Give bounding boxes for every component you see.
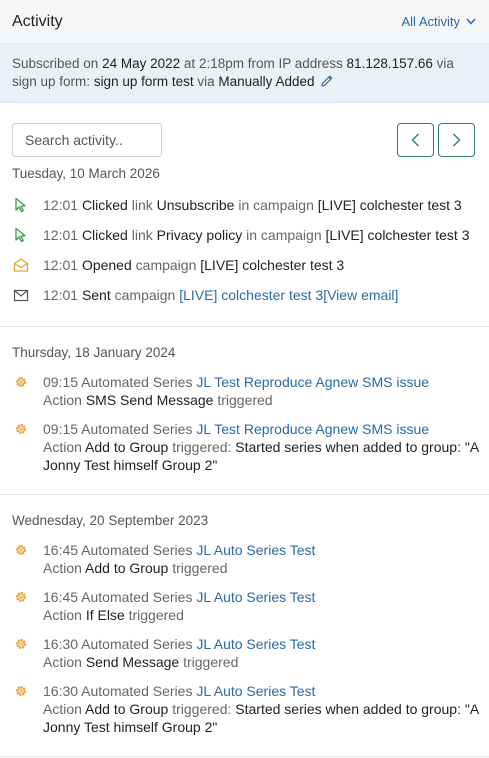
series-link[interactable]: JL Auto Series Test bbox=[196, 589, 315, 605]
series-link[interactable]: JL Auto Series Test bbox=[196, 683, 315, 699]
series-link[interactable]: JL Auto Series Test bbox=[196, 636, 315, 652]
subscription-method: Manually Added bbox=[218, 74, 315, 89]
envelope-open-icon bbox=[13, 258, 29, 272]
chevron-right-icon bbox=[453, 133, 461, 147]
activity-item: 16:45 Automated Series JL Auto Series Te… bbox=[0, 541, 489, 577]
link-name: Unsubscribe bbox=[156, 197, 235, 213]
gear-icon bbox=[15, 591, 27, 603]
activity-item: 12:01 Opened campaign [LIVE] colchester … bbox=[0, 256, 489, 274]
activity-controls bbox=[0, 103, 489, 165]
gear-icon bbox=[15, 685, 27, 697]
gear-icon bbox=[15, 638, 27, 650]
cursor-click-icon bbox=[15, 197, 26, 213]
chevron-down-icon bbox=[466, 18, 476, 25]
activity-item: 12:01 Sent campaign [LIVE] colchester te… bbox=[0, 286, 489, 304]
all-activity-filter[interactable]: All Activity bbox=[401, 14, 476, 29]
campaign-name: [LIVE] colchester test 3 bbox=[317, 197, 462, 213]
campaign-name: [LIVE] colchester test 3 bbox=[200, 257, 345, 273]
activity-group: Tuesday, 10 March 2026 12:01 Clicked lin… bbox=[0, 165, 489, 327]
activity-group: Thursday, 18 January 2024 09:15 Automate… bbox=[0, 327, 489, 495]
activity-group: Wednesday, 20 September 2023 16:45 Autom… bbox=[0, 495, 489, 757]
link-name: Privacy policy bbox=[156, 227, 243, 243]
group-date: Wednesday, 20 September 2023 bbox=[12, 513, 209, 528]
signup-form-name: sign up form test bbox=[93, 74, 194, 89]
subscription-ip: 81.128.157.66 bbox=[346, 56, 433, 71]
activity-header: Activity All Activity bbox=[0, 0, 489, 44]
pencil-icon[interactable] bbox=[320, 74, 334, 88]
series-link[interactable]: JL Test Reproduce Agnew SMS issue bbox=[196, 374, 429, 390]
subscription-info: Subscribed on 24 May 2022 at 2:18pm from… bbox=[0, 44, 489, 103]
activity-item: 16:30 Automated Series JL Auto Series Te… bbox=[0, 635, 489, 671]
activity-item: 16:45 Automated Series JL Auto Series Te… bbox=[0, 588, 489, 624]
cursor-click-icon bbox=[15, 227, 26, 243]
view-email-link[interactable]: [View email] bbox=[323, 287, 398, 303]
activity-item: 12:01 Clicked link Privacy policy in cam… bbox=[0, 226, 489, 244]
activity-item: 12:01 Clicked link Unsubscribe in campai… bbox=[0, 196, 489, 214]
campaign-name: [LIVE] colchester test 3 bbox=[325, 227, 470, 243]
subscription-date: 24 May 2022 bbox=[102, 56, 181, 71]
activity-item: 09:15 Automated Series JL Test Reproduce… bbox=[0, 373, 489, 409]
campaign-link[interactable]: [LIVE] colchester test 3 bbox=[179, 287, 323, 303]
envelope-icon bbox=[13, 289, 29, 302]
previous-page-button[interactable] bbox=[397, 123, 434, 157]
next-page-button[interactable] bbox=[438, 123, 475, 157]
gear-icon bbox=[15, 376, 27, 388]
search-input[interactable] bbox=[12, 123, 162, 157]
series-link[interactable]: JL Auto Series Test bbox=[196, 542, 315, 558]
chevron-left-icon bbox=[411, 133, 419, 147]
activity-item: 16:30 Automated Series JL Auto Series Te… bbox=[0, 682, 489, 736]
filter-label: All Activity bbox=[401, 14, 460, 29]
gear-icon bbox=[15, 544, 27, 556]
gear-icon bbox=[15, 423, 27, 435]
group-date: Tuesday, 10 March 2026 bbox=[12, 166, 160, 181]
activity-title: Activity bbox=[12, 12, 63, 30]
activity-item: 09:15 Automated Series JL Test Reproduce… bbox=[0, 420, 489, 474]
subscription-time: 2:18pm bbox=[198, 56, 244, 71]
series-link[interactable]: JL Test Reproduce Agnew SMS issue bbox=[196, 421, 429, 437]
group-date: Thursday, 18 January 2024 bbox=[12, 345, 176, 360]
